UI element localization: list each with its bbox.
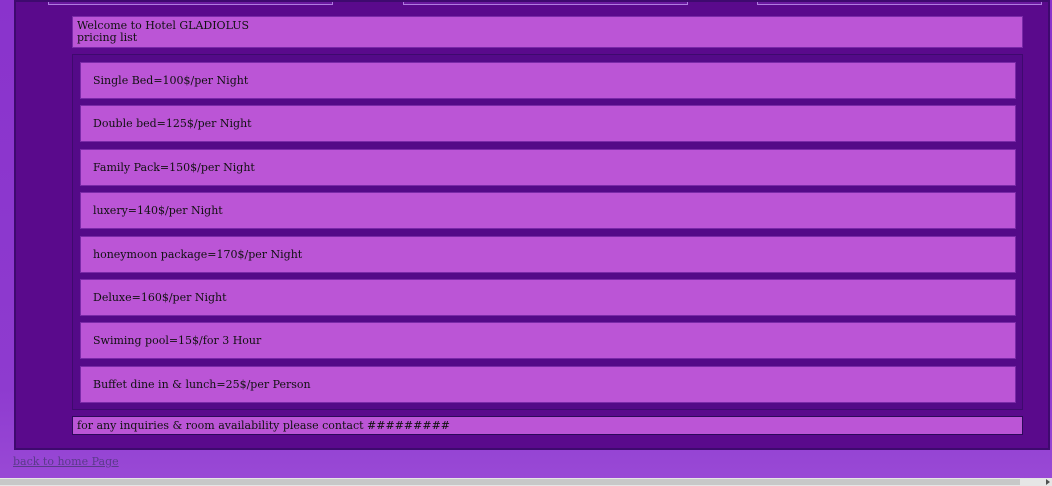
price-item-buffet: Buffet dine in & lunch=25$/per Person <box>80 366 1016 403</box>
price-item-swimming-pool: Swiming pool=15$/for 3 Hour <box>80 322 1016 359</box>
horizontal-scrollbar[interactable] <box>0 478 1052 486</box>
welcome-box: Welcome to Hotel GLADIOLUS pricing list <box>72 16 1023 48</box>
header-box-2 <box>403 2 688 5</box>
header-box-3 <box>757 2 1042 5</box>
header-box-1 <box>48 2 333 5</box>
contact-info: for any inquiries & room availability pl… <box>72 416 1023 435</box>
pricing-list: Single Bed=100$/per Night Double bed=125… <box>72 54 1023 410</box>
welcome-title: Welcome to Hotel GLADIOLUS <box>77 19 250 32</box>
price-item-double-bed: Double bed=125$/per Night <box>80 105 1016 142</box>
price-item-luxury: luxery=140$/per Night <box>80 192 1016 229</box>
scrollbar-thumb[interactable] <box>0 479 1020 485</box>
page: Welcome to Hotel GLADIOLUS pricing list … <box>0 0 1052 486</box>
price-item-single-bed: Single Bed=100$/per Night <box>80 62 1016 99</box>
back-to-home-link[interactable]: back to home Page <box>13 455 119 468</box>
pricing-list-heading: pricing list <box>77 31 138 44</box>
price-item-family-pack: Family Pack=150$/per Night <box>80 149 1016 186</box>
price-item-deluxe: Deluxe=160$/per Night <box>80 279 1016 316</box>
price-item-honeymoon: honeymoon package=170$/per Night <box>80 236 1016 273</box>
scroll-right-arrow-icon[interactable] <box>1046 479 1050 485</box>
